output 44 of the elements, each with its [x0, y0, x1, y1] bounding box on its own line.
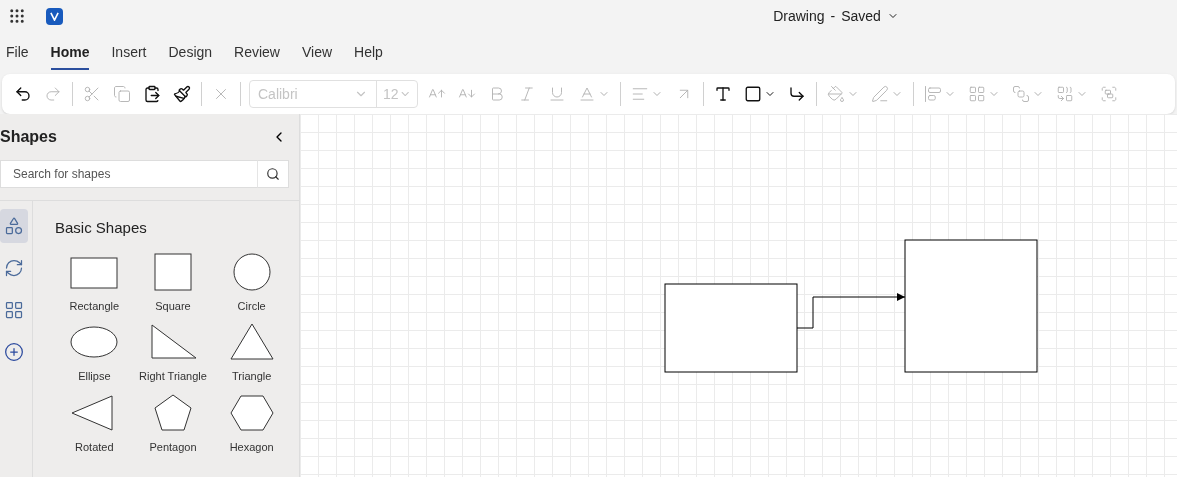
- shape-tile[interactable]: Ellipse: [55, 322, 134, 385]
- shape-label: Right Triangle: [139, 369, 207, 384]
- app-launcher-icon[interactable]: [8, 7, 26, 25]
- shape-tile[interactable]: Circle: [212, 251, 291, 314]
- shape-label: Triangle: [232, 369, 272, 384]
- save-status[interactable]: Saved: [841, 6, 881, 26]
- shape-tile[interactable]: Triangle: [212, 322, 291, 385]
- menu-tab[interactable]: File: [6, 42, 29, 70]
- menu-tab[interactable]: Design: [168, 42, 213, 70]
- connector-arrow[interactable]: [796, 293, 906, 329]
- title-separator: -: [830, 7, 836, 26]
- shape-label: Hexagon: [229, 439, 274, 455]
- shape-label: Pentagon: [149, 439, 197, 455]
- diagram-icon: [4, 300, 24, 320]
- search-field[interactable]: Search for shapes: [0, 160, 257, 188]
- shape-tile[interactable]: Pentagon: [133, 392, 213, 455]
- menu-tab[interactable]: Review: [234, 42, 280, 70]
- right-triangle-shape-icon: [148, 322, 198, 362]
- menu-tab[interactable]: Insert: [111, 42, 147, 70]
- category-button[interactable]: [0, 209, 28, 243]
- shape-tile[interactable]: Square: [133, 251, 213, 314]
- shape-label: Rectangle: [69, 298, 120, 314]
- search-button[interactable]: [257, 160, 289, 188]
- shape-tile[interactable]: Rectangle: [55, 251, 134, 314]
- shape-label: Rotated: [75, 439, 114, 455]
- shapes-icon: [4, 216, 24, 236]
- rectangle-shape[interactable]: [664, 283, 798, 373]
- menu-tab[interactable]: Help: [354, 42, 383, 70]
- square-shape[interactable]: [904, 239, 1038, 373]
- shape-tile[interactable]: Right Triangle: [133, 322, 213, 385]
- add-icon: [4, 342, 24, 362]
- section-heading: Basic Shapes: [55, 218, 148, 238]
- cycle-arrows-icon: [4, 258, 24, 278]
- shape-label: Ellipse: [78, 369, 111, 384]
- app-logo-icon: [46, 7, 63, 25]
- menu-tab[interactable]: View: [302, 42, 333, 70]
- shape-label: Square: [155, 298, 191, 314]
- shape-tile[interactable]: Rotated: [55, 392, 134, 455]
- panel-title: Shapes: [0, 127, 57, 147]
- document-title[interactable]: Drawing: [773, 6, 825, 26]
- shape-label: Circle: [237, 298, 266, 314]
- shape-tile[interactable]: Hexagon: [212, 392, 291, 455]
- search-icon: [266, 167, 280, 181]
- menu-tab[interactable]: Home: [50, 42, 90, 70]
